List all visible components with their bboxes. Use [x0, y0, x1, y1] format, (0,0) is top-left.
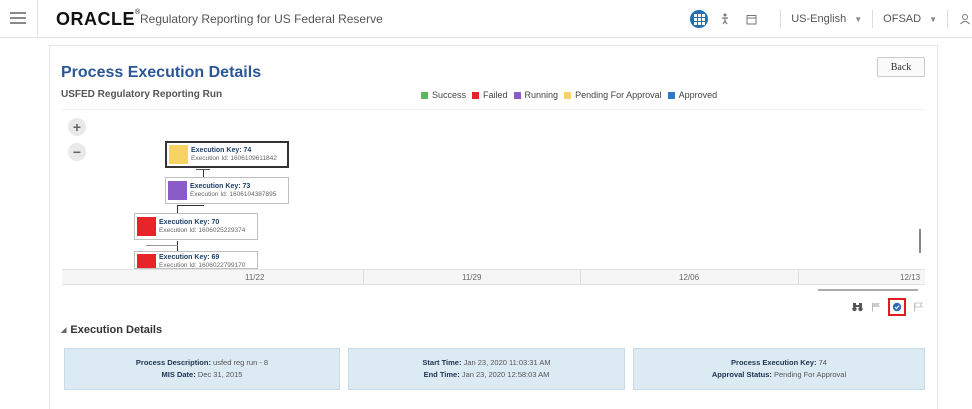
timeline-tick	[798, 270, 799, 284]
details-card-process: Process Description: usfed reg run - 8 M…	[64, 348, 340, 390]
header-divider	[37, 0, 38, 38]
legend-item: Pending For Approval	[564, 90, 662, 100]
legend-item: Running	[513, 90, 558, 100]
execution-node[interactable]: Execution Key: 73 Execution Id: 160610438…	[165, 177, 289, 204]
connector-line	[203, 169, 204, 177]
chevron-down-icon: ▼	[929, 14, 937, 24]
accessibility-icon[interactable]	[718, 12, 732, 26]
back-button[interactable]: Back	[877, 57, 925, 77]
connector-line	[146, 245, 178, 246]
header-separator	[947, 10, 948, 28]
collapse-triangle-icon: ◢	[61, 327, 67, 334]
details-card-time: Start Time: Jan 23, 2020 11:03:31 AM End…	[348, 348, 625, 390]
legend-swatch	[472, 91, 480, 99]
calendar-icon[interactable]	[744, 12, 758, 26]
execution-id: Execution Id: 1606025229374	[159, 227, 246, 234]
timeline-label: 12/13	[900, 273, 921, 282]
execution-key: Execution Key: 70	[159, 219, 220, 226]
details-card-status: Process Execution Key: 74 Approval Statu…	[633, 348, 925, 390]
legend-item: Approved	[667, 90, 717, 100]
zoom-out-button[interactable]: −	[68, 143, 86, 161]
flag-outline-icon[interactable]	[911, 300, 925, 314]
diagram-vertical-scrollbar[interactable]	[919, 229, 921, 253]
user-icon[interactable]	[958, 12, 972, 26]
status-square	[168, 181, 187, 200]
run-name: USFED Regulatory Reporting Run	[61, 89, 223, 100]
oracle-logo: ORACLE®	[56, 9, 141, 29]
execution-id: Execution Id: 1606022799170	[159, 262, 246, 269]
connector-line	[177, 205, 204, 206]
timeline-label: 11/29	[462, 273, 482, 282]
status-square	[137, 217, 156, 236]
execution-key: Execution Key: 74	[191, 147, 252, 154]
header-separator	[780, 10, 782, 28]
approve-icon[interactable]	[888, 298, 906, 316]
legend-swatch	[564, 91, 572, 99]
connector-line	[196, 169, 210, 170]
status-legend: Success Failed Running Pending For Appro…	[421, 90, 723, 100]
app-grid-icon[interactable]	[690, 10, 709, 28]
execution-toolbar	[850, 298, 930, 316]
legend-swatch	[513, 91, 521, 99]
execution-node[interactable]: Execution Key: 74 Execution Id: 160610961…	[165, 141, 289, 168]
language-select[interactable]: US-English ▼	[791, 13, 862, 25]
execution-key: Execution Key: 73	[190, 183, 251, 190]
top-bar: ORACLE® Regulatory Reporting for US Fede…	[0, 0, 972, 38]
status-square	[169, 145, 188, 164]
legend-item: Failed	[472, 90, 508, 100]
connector-line	[177, 241, 178, 251]
execution-key: Execution Key: 69	[159, 254, 220, 261]
chevron-down-icon: ▼	[854, 14, 863, 24]
timeline-axis: 11/22 11/29 12/06 12/13	[62, 269, 925, 285]
header-actions: US-English ▼ OFSAD ▼	[690, 0, 972, 38]
timeline-horizontal-scrollbar[interactable]	[818, 289, 918, 291]
legend-swatch	[667, 91, 675, 99]
zoom-in-button[interactable]: +	[68, 118, 86, 136]
execution-id: Execution Id: 1606104387895	[190, 191, 277, 198]
timeline-tick	[580, 270, 581, 284]
timeline-label: 11/22	[245, 273, 265, 282]
timeline-tick	[363, 270, 364, 284]
timeline-label: 12/06	[679, 273, 700, 282]
hamburger-icon[interactable]	[10, 12, 26, 24]
flag-icon[interactable]	[869, 300, 883, 314]
execution-node[interactable]: Execution Key: 70 Execution Id: 160602522…	[134, 213, 258, 240]
header-separator	[872, 10, 874, 28]
execution-node[interactable]: Execution Key: 69 Execution Id: 160602279…	[134, 251, 258, 269]
connector-line	[177, 205, 178, 213]
execution-details-header[interactable]: ◢ Execution Details	[61, 324, 162, 336]
status-square	[137, 254, 156, 268]
execution-id: Execution Id: 1606109611842	[191, 155, 277, 162]
binoculars-icon[interactable]	[850, 300, 864, 314]
page-title: Process Execution Details	[61, 64, 262, 81]
legend-swatch	[421, 91, 428, 99]
app-title: Regulatory Reporting for US Federal Rese…	[140, 12, 383, 26]
legend-item: Success	[421, 90, 466, 100]
user-menu[interactable]: OFSAD ▼	[883, 13, 937, 25]
